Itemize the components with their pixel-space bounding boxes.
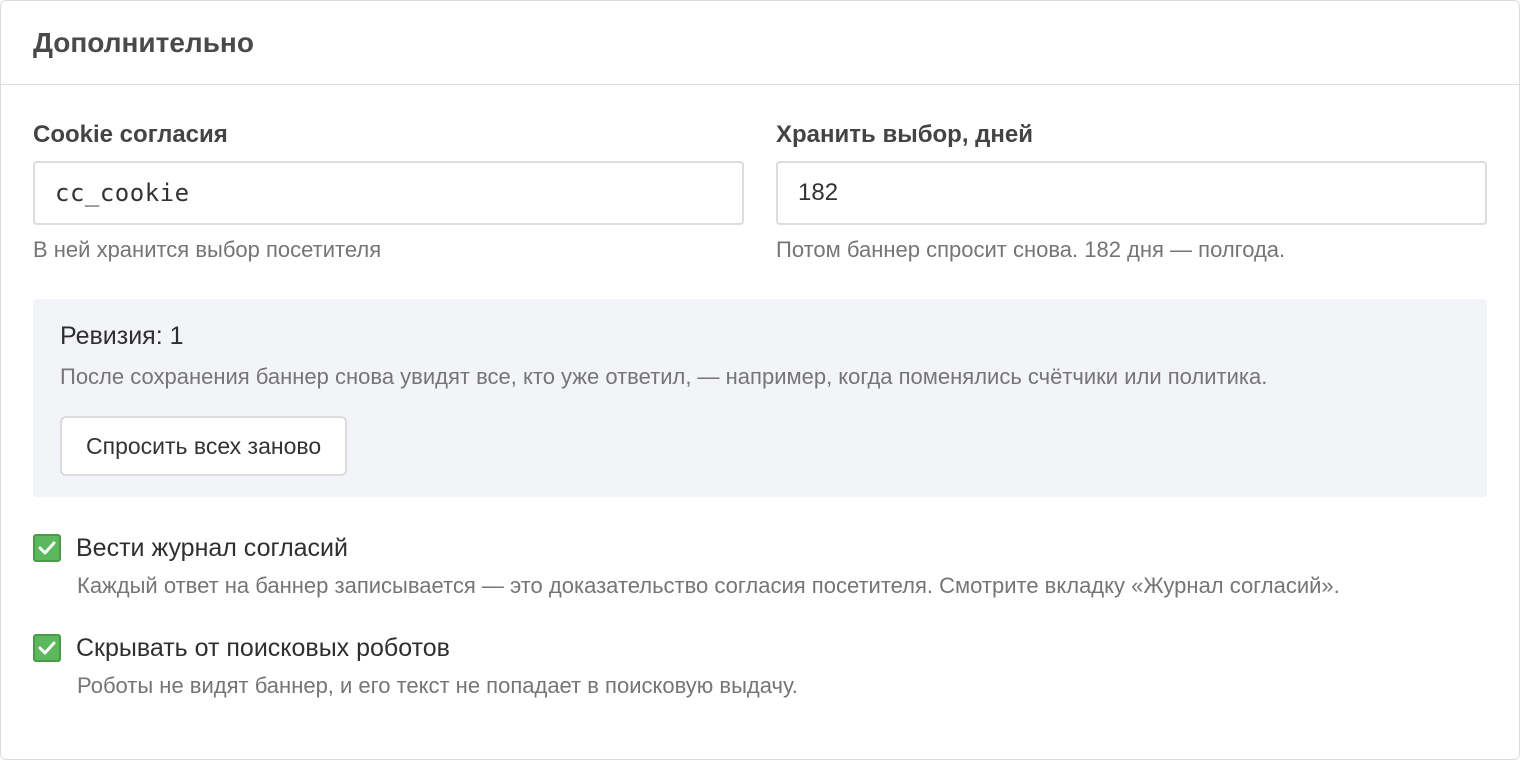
hide-from-bots-option: Скрывать от поисковых роботов Роботы не … [33,633,1487,699]
cookie-name-hint: В ней хранится выбор посетителя [33,237,382,262]
revision-box: Ревизия: 1 После сохранения баннер снова… [33,299,1487,497]
cookie-name-field: Cookie согласия В ней хранится выбор пос… [33,121,744,263]
settings-panel: Дополнительно Cookie согласия В ней хран… [0,0,1520,760]
retention-days-input[interactable] [776,161,1487,225]
consent-log-label: Вести журнал согласий [76,534,348,562]
retention-days-field: Хранить выбор, дней Потом баннер спросит… [776,121,1487,263]
consent-log-option: Вести журнал согласий Каждый ответ на ба… [33,533,1487,599]
consent-log-toggle[interactable]: Вести журнал согласий [33,533,1487,563]
retention-days-label: Хранить выбор, дней [776,121,1034,148]
reask-all-button[interactable]: Спросить всех заново [60,416,348,476]
consent-log-hint: Каждый ответ на баннер записывается — эт… [77,573,1340,598]
cookie-name-label: Cookie согласия [33,121,228,148]
revision-title: Ревизия: 1 [60,322,184,350]
hide-from-bots-toggle[interactable]: Скрывать от поисковых роботов [33,633,1487,663]
panel-body: Cookie согласия В ней хранится выбор пос… [1,121,1519,699]
cookie-name-input[interactable] [33,161,744,225]
hide-from-bots-label: Скрывать от поисковых роботов [76,634,450,662]
panel-header: Дополнительно [1,1,1519,85]
fields-row: Cookie согласия В ней хранится выбор пос… [33,121,1487,263]
check-icon [38,641,56,655]
consent-log-checkbox[interactable] [33,534,61,562]
revision-description: После сохранения баннер снова увидят все… [60,364,1268,389]
check-icon [38,541,56,555]
panel-title: Дополнительно [33,26,254,58]
hide-from-bots-hint: Роботы не видят баннер, и его текст не п… [77,673,798,698]
retention-days-hint: Потом баннер спросит снова. 182 дня — по… [776,237,1286,262]
hide-from-bots-checkbox[interactable] [33,634,61,662]
